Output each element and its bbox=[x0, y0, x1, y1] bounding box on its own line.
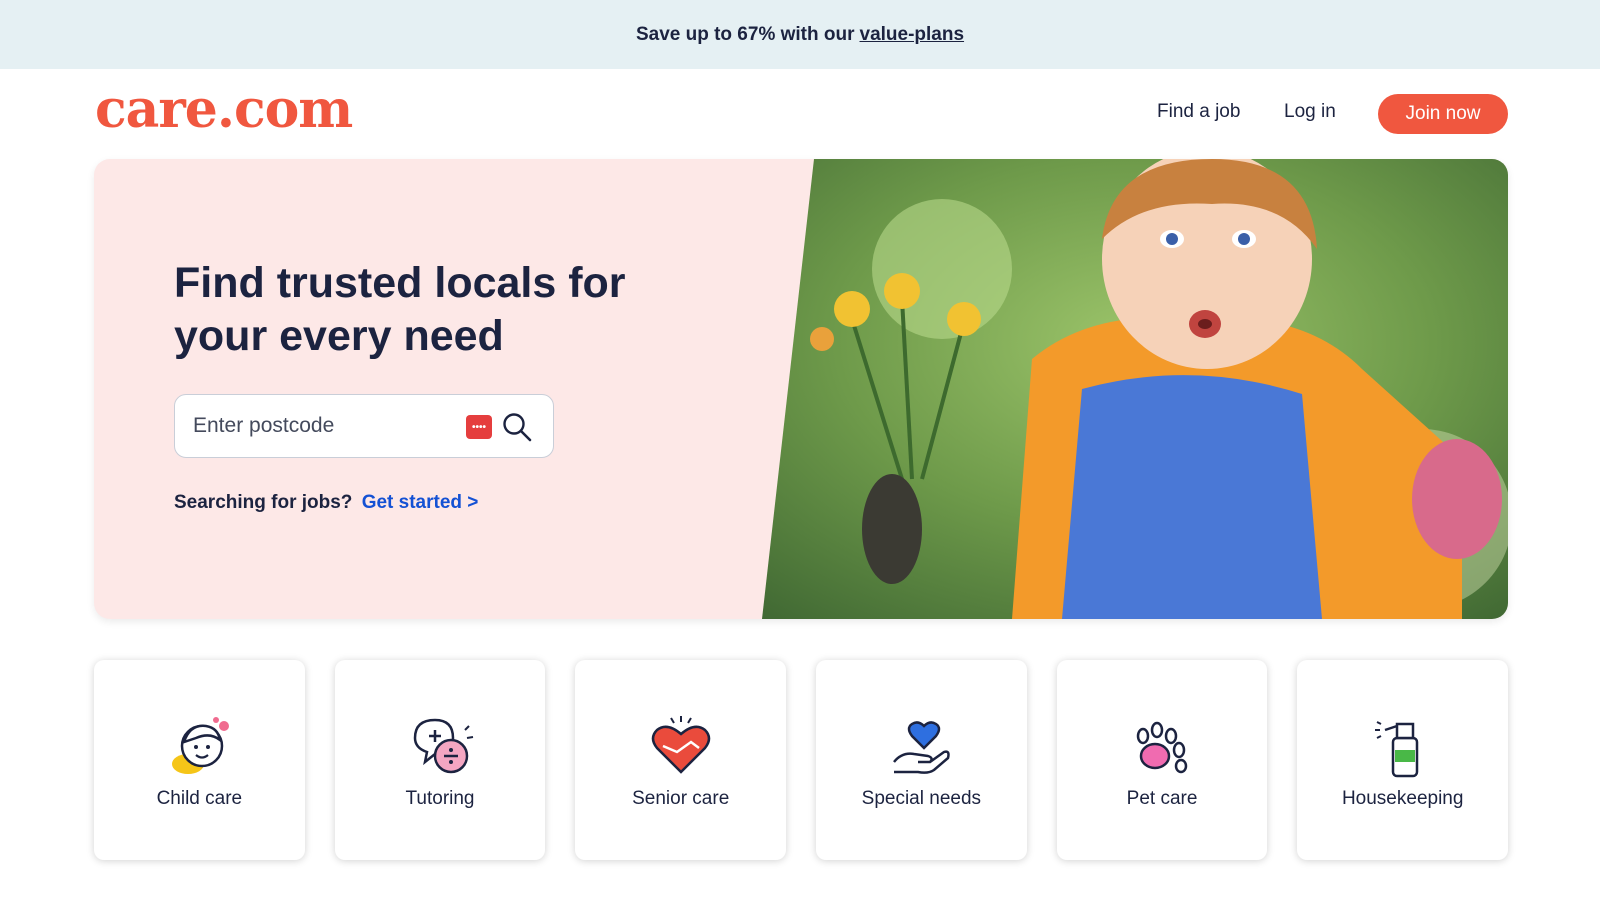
site-header: care.com Find a job Log in Join now bbox=[0, 69, 1600, 159]
find-a-job-link[interactable]: Find a job bbox=[1157, 101, 1240, 123]
log-in-link[interactable]: Log in bbox=[1284, 101, 1336, 123]
value-plans-link[interactable]: value-plans bbox=[860, 24, 965, 46]
category-cards: Child care Tutoring Senior care Special … bbox=[94, 660, 1509, 860]
special-needs-icon bbox=[893, 721, 950, 774]
tutoring-icon bbox=[413, 718, 473, 774]
category-card-senior-care[interactable]: Senior care bbox=[575, 660, 787, 860]
care-logo[interactable]: care.com bbox=[95, 79, 353, 140]
postcode-input[interactable] bbox=[193, 409, 453, 443]
category-card-pet-care[interactable]: Pet care bbox=[1056, 660, 1268, 860]
hero-photo bbox=[762, 159, 1508, 619]
category-card-special-needs[interactable]: Special needs bbox=[816, 660, 1027, 860]
category-card-housekeeping[interactable]: Housekeeping bbox=[1297, 660, 1509, 860]
jobs-prompt: Searching for jobs? Get started > bbox=[174, 492, 478, 514]
category-label: Housekeeping bbox=[1341, 788, 1464, 809]
pet-care-icon bbox=[1136, 721, 1187, 774]
category-card-child-care[interactable]: Child care bbox=[94, 660, 305, 860]
category-label: Special needs bbox=[861, 788, 982, 809]
category-label: Pet care bbox=[1126, 788, 1198, 809]
postcode-search-box: •••• bbox=[174, 394, 554, 458]
password-manager-icon[interactable]: •••• bbox=[466, 415, 492, 439]
promo-text: Save up to 67% with our bbox=[635, 23, 855, 45]
category-label: Child care bbox=[156, 788, 243, 809]
hero-title: Find trusted locals for your every need bbox=[174, 259, 626, 360]
jobs-prompt-text: Searching for jobs? bbox=[174, 492, 353, 513]
category-label: Tutoring bbox=[405, 788, 475, 809]
category-label: Senior care bbox=[632, 788, 730, 809]
get-started-link[interactable]: Get started > bbox=[362, 492, 479, 513]
housekeeping-icon bbox=[1375, 721, 1419, 778]
join-now-button[interactable]: Join now bbox=[1378, 94, 1508, 134]
promo-banner: Save up to 67% with our value-plans bbox=[0, 0, 1600, 69]
child-care-icon bbox=[172, 717, 229, 774]
senior-care-icon bbox=[652, 716, 711, 774]
search-icon[interactable] bbox=[501, 411, 533, 443]
hero-section: Find trusted locals for your every need … bbox=[94, 159, 1508, 619]
category-card-tutoring[interactable]: Tutoring bbox=[334, 660, 546, 860]
